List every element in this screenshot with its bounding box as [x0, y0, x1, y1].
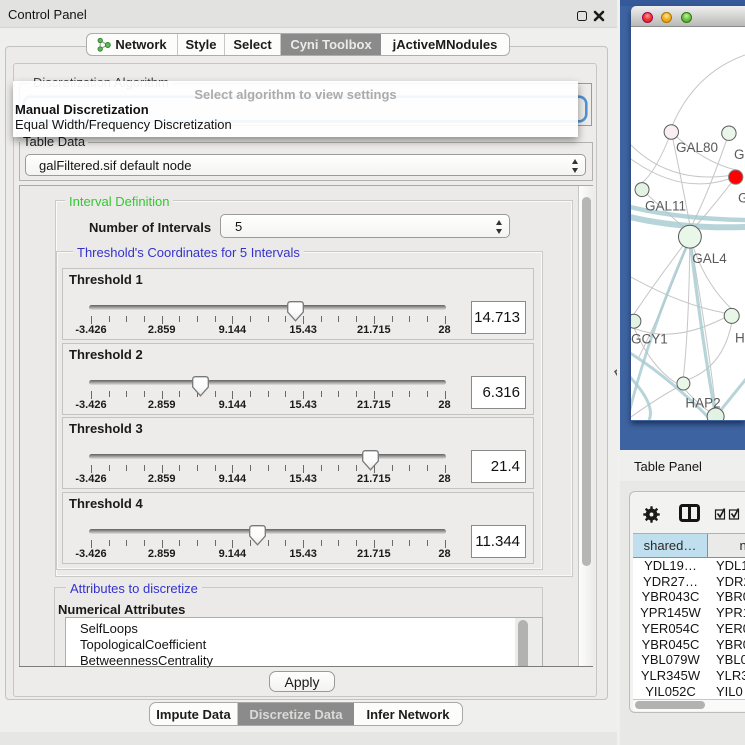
svg-text:GAL11: GAL11	[645, 199, 686, 214]
svg-text:HAP2: HAP2	[685, 396, 720, 411]
svg-text:GAL4: GAL4	[692, 251, 727, 266]
svg-text:G: G	[734, 147, 745, 162]
svg-text:GCY1: GCY1	[631, 331, 668, 346]
svg-text:GAL80: GAL80	[676, 140, 718, 155]
svg-text:H: H	[735, 331, 745, 346]
svg-text:G: G	[738, 190, 745, 205]
